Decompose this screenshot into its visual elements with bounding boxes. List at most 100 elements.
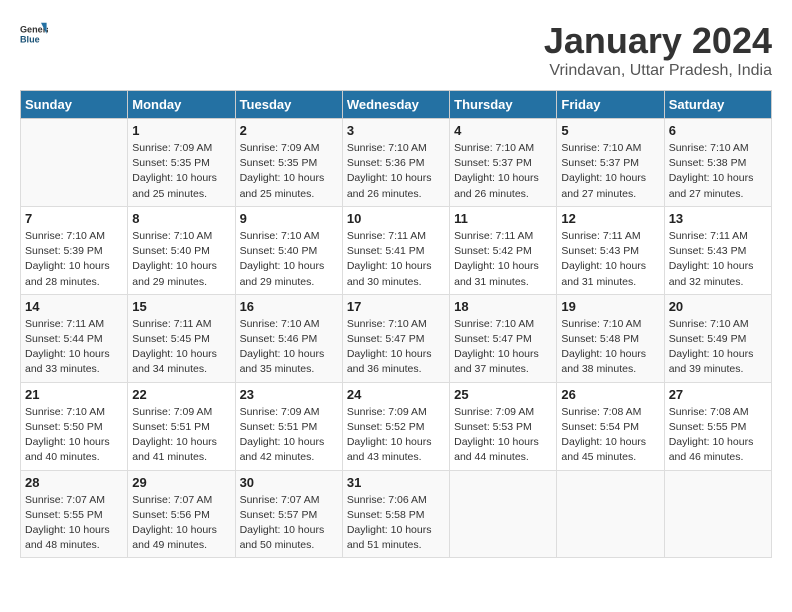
svg-text:Blue: Blue bbox=[20, 34, 40, 44]
calendar-cell: 28 Sunrise: 7:07 AM Sunset: 5:55 PM Dayli… bbox=[21, 470, 128, 558]
day-number: 12 bbox=[561, 211, 659, 226]
calendar-cell: 11 Sunrise: 7:11 AM Sunset: 5:42 PM Dayli… bbox=[450, 206, 557, 294]
day-info: Sunrise: 7:10 AM Sunset: 5:36 PM Dayligh… bbox=[347, 141, 445, 202]
calendar-cell: 22 Sunrise: 7:09 AM Sunset: 5:51 PM Dayli… bbox=[128, 382, 235, 470]
calendar-cell bbox=[450, 470, 557, 558]
calendar-cell: 29 Sunrise: 7:07 AM Sunset: 5:56 PM Dayli… bbox=[128, 470, 235, 558]
day-number: 13 bbox=[669, 211, 767, 226]
day-number: 11 bbox=[454, 211, 552, 226]
day-info: Sunrise: 7:07 AM Sunset: 5:56 PM Dayligh… bbox=[132, 493, 230, 554]
day-info: Sunrise: 7:09 AM Sunset: 5:35 PM Dayligh… bbox=[132, 141, 230, 202]
day-of-week-header: Saturday bbox=[664, 91, 771, 119]
day-number: 27 bbox=[669, 387, 767, 402]
logo-icon: General Blue bbox=[20, 20, 48, 48]
title-area: January 2024 Vrindavan, Uttar Pradesh, I… bbox=[544, 20, 772, 80]
calendar-cell: 5 Sunrise: 7:10 AM Sunset: 5:37 PM Daylig… bbox=[557, 119, 664, 207]
day-info: Sunrise: 7:11 AM Sunset: 5:44 PM Dayligh… bbox=[25, 317, 123, 378]
day-info: Sunrise: 7:09 AM Sunset: 5:53 PM Dayligh… bbox=[454, 405, 552, 466]
day-info: Sunrise: 7:07 AM Sunset: 5:57 PM Dayligh… bbox=[240, 493, 338, 554]
day-number: 6 bbox=[669, 123, 767, 138]
day-number: 10 bbox=[347, 211, 445, 226]
logo: General Blue bbox=[20, 20, 48, 48]
day-of-week-header: Wednesday bbox=[342, 91, 449, 119]
calendar-cell: 6 Sunrise: 7:10 AM Sunset: 5:38 PM Daylig… bbox=[664, 119, 771, 207]
calendar-cell: 15 Sunrise: 7:11 AM Sunset: 5:45 PM Dayli… bbox=[128, 294, 235, 382]
day-info: Sunrise: 7:09 AM Sunset: 5:51 PM Dayligh… bbox=[132, 405, 230, 466]
day-number: 29 bbox=[132, 475, 230, 490]
day-info: Sunrise: 7:10 AM Sunset: 5:37 PM Dayligh… bbox=[561, 141, 659, 202]
day-info: Sunrise: 7:10 AM Sunset: 5:40 PM Dayligh… bbox=[240, 229, 338, 290]
day-of-week-header: Monday bbox=[128, 91, 235, 119]
day-info: Sunrise: 7:11 AM Sunset: 5:45 PM Dayligh… bbox=[132, 317, 230, 378]
day-info: Sunrise: 7:10 AM Sunset: 5:50 PM Dayligh… bbox=[25, 405, 123, 466]
day-number: 23 bbox=[240, 387, 338, 402]
calendar-cell: 2Sunrise: 7:09 AM Sunset: 5:35 PM Daylig… bbox=[235, 119, 342, 207]
day-info: Sunrise: 7:08 AM Sunset: 5:55 PM Dayligh… bbox=[669, 405, 767, 466]
calendar-cell: 8 Sunrise: 7:10 AM Sunset: 5:40 PM Daylig… bbox=[128, 206, 235, 294]
day-info: Sunrise: 7:10 AM Sunset: 5:40 PM Dayligh… bbox=[132, 229, 230, 290]
month-title: January 2024 bbox=[544, 20, 772, 62]
day-number: 17 bbox=[347, 299, 445, 314]
day-number: 16 bbox=[240, 299, 338, 314]
calendar-cell: 12 Sunrise: 7:11 AM Sunset: 5:43 PM Dayli… bbox=[557, 206, 664, 294]
day-number: 1 bbox=[132, 123, 230, 138]
calendar-cell: 14 Sunrise: 7:11 AM Sunset: 5:44 PM Dayli… bbox=[21, 294, 128, 382]
day-info: Sunrise: 7:10 AM Sunset: 5:47 PM Dayligh… bbox=[347, 317, 445, 378]
calendar-cell: 3 Sunrise: 7:10 AM Sunset: 5:36 PM Daylig… bbox=[342, 119, 449, 207]
day-info: Sunrise: 7:11 AM Sunset: 5:43 PM Dayligh… bbox=[561, 229, 659, 290]
day-info: Sunrise: 7:09 AM Sunset: 5:51 PM Dayligh… bbox=[240, 405, 338, 466]
calendar-cell: 25 Sunrise: 7:09 AM Sunset: 5:53 PM Dayli… bbox=[450, 382, 557, 470]
day-number: 28 bbox=[25, 475, 123, 490]
day-info: Sunrise: 7:06 AM Sunset: 5:58 PM Dayligh… bbox=[347, 493, 445, 554]
day-number: 18 bbox=[454, 299, 552, 314]
day-number: 22 bbox=[132, 387, 230, 402]
day-number: 20 bbox=[669, 299, 767, 314]
day-number: 8 bbox=[132, 211, 230, 226]
calendar-cell: 9 Sunrise: 7:10 AM Sunset: 5:40 PM Daylig… bbox=[235, 206, 342, 294]
day-info: Sunrise: 7:11 AM Sunset: 5:43 PM Dayligh… bbox=[669, 229, 767, 290]
location-subtitle: Vrindavan, Uttar Pradesh, India bbox=[544, 62, 772, 80]
day-number: 9 bbox=[240, 211, 338, 226]
day-info: Sunrise: 7:10 AM Sunset: 5:48 PM Dayligh… bbox=[561, 317, 659, 378]
day-of-week-header: Thursday bbox=[450, 91, 557, 119]
day-number: 24 bbox=[347, 387, 445, 402]
calendar-cell: 31 Sunrise: 7:06 AM Sunset: 5:58 PM Dayli… bbox=[342, 470, 449, 558]
day-number: 2 bbox=[240, 123, 338, 138]
calendar-cell: 10 Sunrise: 7:11 AM Sunset: 5:41 PM Dayli… bbox=[342, 206, 449, 294]
calendar-cell: 7Sunrise: 7:10 AM Sunset: 5:39 PM Daylig… bbox=[21, 206, 128, 294]
day-info: Sunrise: 7:11 AM Sunset: 5:41 PM Dayligh… bbox=[347, 229, 445, 290]
calendar-cell: 17 Sunrise: 7:10 AM Sunset: 5:47 PM Dayli… bbox=[342, 294, 449, 382]
day-number: 30 bbox=[240, 475, 338, 490]
calendar-cell: 18Sunrise: 7:10 AM Sunset: 5:47 PM Dayli… bbox=[450, 294, 557, 382]
day-number: 4 bbox=[454, 123, 552, 138]
day-number: 15 bbox=[132, 299, 230, 314]
day-number: 21 bbox=[25, 387, 123, 402]
day-number: 31 bbox=[347, 475, 445, 490]
calendar-cell bbox=[21, 119, 128, 207]
day-info: Sunrise: 7:10 AM Sunset: 5:38 PM Dayligh… bbox=[669, 141, 767, 202]
day-number: 3 bbox=[347, 123, 445, 138]
calendar-cell bbox=[557, 470, 664, 558]
calendar-cell: 1 Sunrise: 7:09 AM Sunset: 5:35 PM Daylig… bbox=[128, 119, 235, 207]
calendar-cell: 19 Sunrise: 7:10 AM Sunset: 5:48 PM Dayli… bbox=[557, 294, 664, 382]
calendar-cell: 26Sunrise: 7:08 AM Sunset: 5:54 PM Dayli… bbox=[557, 382, 664, 470]
calendar-cell: 24Sunrise: 7:09 AM Sunset: 5:52 PM Dayli… bbox=[342, 382, 449, 470]
calendar-table: SundayMondayTuesdayWednesdayThursdayFrid… bbox=[20, 90, 772, 558]
day-info: Sunrise: 7:11 AM Sunset: 5:42 PM Dayligh… bbox=[454, 229, 552, 290]
day-of-week-header: Sunday bbox=[21, 91, 128, 119]
calendar-cell: 20Sunrise: 7:10 AM Sunset: 5:49 PM Dayli… bbox=[664, 294, 771, 382]
calendar-cell: 21 Sunrise: 7:10 AM Sunset: 5:50 PM Dayli… bbox=[21, 382, 128, 470]
calendar-cell: 13 Sunrise: 7:11 AM Sunset: 5:43 PM Dayli… bbox=[664, 206, 771, 294]
day-number: 14 bbox=[25, 299, 123, 314]
day-info: Sunrise: 7:07 AM Sunset: 5:55 PM Dayligh… bbox=[25, 493, 123, 554]
calendar-cell: 4Sunrise: 7:10 AM Sunset: 5:37 PM Daylig… bbox=[450, 119, 557, 207]
day-number: 25 bbox=[454, 387, 552, 402]
day-number: 26 bbox=[561, 387, 659, 402]
day-number: 5 bbox=[561, 123, 659, 138]
page-header: General Blue January 2024 Vrindavan, Utt… bbox=[20, 20, 772, 80]
day-info: Sunrise: 7:10 AM Sunset: 5:46 PM Dayligh… bbox=[240, 317, 338, 378]
day-number: 19 bbox=[561, 299, 659, 314]
day-of-week-header: Tuesday bbox=[235, 91, 342, 119]
day-number: 7 bbox=[25, 211, 123, 226]
calendar-cell: 16 Sunrise: 7:10 AM Sunset: 5:46 PM Dayli… bbox=[235, 294, 342, 382]
